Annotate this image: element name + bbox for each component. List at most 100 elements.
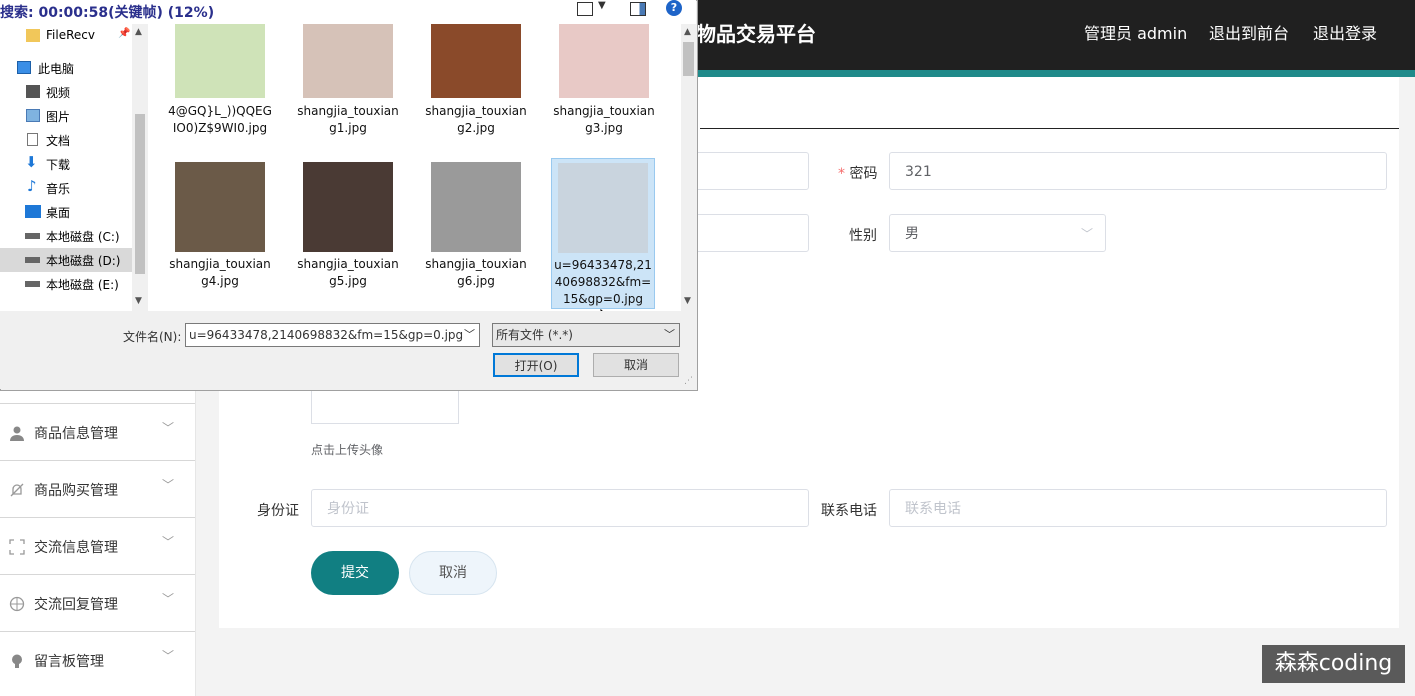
nav-item-label: 本地磁盘 (D:) xyxy=(46,254,121,268)
back-to-front-link[interactable]: 退出到前台 xyxy=(1209,20,1289,44)
nav-item-label: 视频 xyxy=(46,86,71,100)
drive-icon xyxy=(25,281,40,287)
sidebar-item-label: 商品信息管理 xyxy=(34,426,118,442)
computer-icon xyxy=(17,61,31,74)
file-name: shangjia_touxiang6.jpg xyxy=(425,257,527,288)
preview-pane-icon[interactable] xyxy=(630,2,646,16)
nav-pane-scrollbar[interactable]: ▲ ▼ xyxy=(132,24,148,311)
chevron-down-icon: ﹀ xyxy=(162,421,175,435)
app-title: 物品交易平台 xyxy=(696,22,816,46)
music-icon: ♪ xyxy=(27,177,37,195)
admin-user-link[interactable]: 管理员 admin xyxy=(1084,20,1187,44)
password-field[interactable]: 321 xyxy=(889,152,1387,190)
sidebar-item-label: 交流信息管理 xyxy=(34,540,118,556)
desktop-icon xyxy=(25,205,41,218)
help-icon[interactable]: ? xyxy=(666,0,682,16)
chevron-down-icon: ﹀ xyxy=(162,535,175,549)
file-item[interactable]: shangjia_touxiang5.jpg xyxy=(296,158,400,298)
chevron-down-icon: ﹀ xyxy=(162,478,175,492)
sidebar-item-goods-purchase[interactable]: 商品购买管理 ﹀ xyxy=(0,460,195,517)
file-thumbnail xyxy=(175,24,265,98)
chevron-down-icon[interactable]: ▼ xyxy=(684,296,691,306)
sidebar-item-label: 商品购买管理 xyxy=(34,483,118,499)
name-field[interactable] xyxy=(690,214,809,252)
watermark-badge: 森森coding xyxy=(1262,645,1405,683)
filename-input[interactable]: u=96433478,2140698832&fm=15&gp=0.jpg ﹀ xyxy=(185,323,480,347)
file-item-selected[interactable]: u=96433478,2140698832&fm=15&gp=0.jpg xyxy=(551,158,655,309)
chevron-up-icon[interactable]: ▲ xyxy=(135,27,142,37)
gender-select[interactable]: 男 ﹀ xyxy=(889,214,1106,252)
file-item[interactable]: shangjia_touxiang1.jpg xyxy=(296,24,400,140)
dialog-cancel-button[interactable]: 取消 xyxy=(593,353,679,377)
file-name: 4@GQ}L_))QQEGIO0)Z$9WI0.jpg xyxy=(168,104,272,135)
phone-input[interactable]: 联系电话 xyxy=(889,489,1387,527)
nav-item-desktop[interactable]: 桌面 xyxy=(0,200,132,224)
navigation-pane: FileRecv 📌 此电脑 视频 图片 文档 ⬇ 下载 ♪ 音乐 桌面 本地磁… xyxy=(0,24,148,311)
sidebar-item-exchange-info[interactable]: 交流信息管理 ﹀ xyxy=(0,517,195,574)
nav-item-downloads[interactable]: ⬇ 下载 xyxy=(0,152,132,176)
chevron-down-icon[interactable]: ▼ xyxy=(598,0,606,11)
submit-button[interactable]: 提交 xyxy=(311,551,399,595)
view-mode-icon[interactable] xyxy=(577,2,593,16)
resize-grip-icon[interactable]: ⋰ xyxy=(684,376,693,386)
file-name: shangjia_touxiang3.jpg xyxy=(553,104,655,135)
chevron-down-icon: ﹀ xyxy=(162,592,175,606)
drive-icon xyxy=(25,233,40,239)
nav-item-label: 本地磁盘 (C:) xyxy=(46,230,120,244)
avatar-upload-hint: 点击上传头像 xyxy=(311,443,384,457)
download-icon: ⬇ xyxy=(25,153,38,171)
sidebar-item-goods-info[interactable]: 商品信息管理 ﹀ xyxy=(0,403,195,460)
file-name: shangjia_touxiang5.jpg xyxy=(297,257,399,288)
file-list-pane: 4@GQ}L_))QQEGIO0)Z$9WI0.jpg shangjia_tou… xyxy=(148,24,681,311)
nav-item-drive-d[interactable]: 本地磁盘 (D:) xyxy=(0,248,132,272)
target-icon xyxy=(9,596,25,612)
bulb-icon xyxy=(12,654,22,668)
password-label: * 密码 xyxy=(838,166,878,182)
nav-item-label: 文档 xyxy=(46,134,71,148)
dialog-title: 搜索: 00:00:58(关键帧) (12%) xyxy=(0,5,215,21)
scrollbar-thumb[interactable] xyxy=(683,42,694,76)
nav-item-videos[interactable]: 视频 xyxy=(0,80,132,104)
file-item[interactable]: shangjia_touxiang2.jpg xyxy=(424,24,528,140)
sidebar-item-label: 留言板管理 xyxy=(34,654,104,670)
document-icon xyxy=(27,133,38,146)
username-field[interactable] xyxy=(690,152,809,190)
file-name: u=96433478,2140698832&fm=15&gp=0.jpg xyxy=(554,258,652,306)
chevron-down-icon: ﹀ xyxy=(1080,227,1093,241)
scrollbar-thumb[interactable] xyxy=(135,114,145,274)
sidebar-item-message-board[interactable]: 留言板管理 ﹀ xyxy=(0,631,195,688)
sidebar-item-exchange-reply[interactable]: 交流回复管理 ﹀ xyxy=(0,574,195,631)
file-name: shangjia_touxiang1.jpg xyxy=(297,104,399,135)
chevron-down-icon[interactable]: ﹀ xyxy=(464,324,475,346)
gender-value: 男 xyxy=(905,226,919,242)
cancel-button[interactable]: 取消 xyxy=(409,551,497,595)
chevron-up-icon[interactable]: ▲ xyxy=(684,27,691,37)
chevron-down-icon[interactable]: ﹀ xyxy=(664,324,675,346)
drive-icon xyxy=(25,257,40,263)
nav-item-pictures[interactable]: 图片 xyxy=(0,104,132,128)
nav-item-filerecv[interactable]: FileRecv 📌 xyxy=(0,24,132,48)
chevron-down-icon[interactable]: ▼ xyxy=(135,296,142,306)
open-button[interactable]: 打开(O) xyxy=(493,353,579,377)
sidebar-item-label: 交流回复管理 xyxy=(34,597,118,613)
gender-label: 性别 xyxy=(849,228,877,244)
pin-icon: 📌 xyxy=(118,28,131,39)
filetype-select[interactable]: 所有文件 (*.*) ﹀ xyxy=(492,323,680,347)
file-item[interactable]: shangjia_touxiang3.jpg xyxy=(552,24,656,140)
chevron-down-icon: ﹀ xyxy=(162,649,175,663)
nav-item-label: 下载 xyxy=(46,158,71,172)
idcard-input[interactable]: 身份证 xyxy=(311,489,809,527)
file-thumbnail xyxy=(303,162,393,252)
nav-item-this-pc[interactable]: 此电脑 xyxy=(0,56,132,80)
file-item[interactable]: shangjia_touxiang6.jpg xyxy=(424,158,528,298)
file-item[interactable]: shangjia_touxiang4.jpg xyxy=(168,158,272,298)
filetype-value: 所有文件 (*.*) xyxy=(496,328,573,342)
fullscreen-icon xyxy=(9,539,25,555)
nav-item-music[interactable]: ♪ 音乐 xyxy=(0,176,132,200)
logout-link[interactable]: 退出登录 xyxy=(1313,20,1377,44)
file-pane-scrollbar[interactable]: ▲ ▼ xyxy=(681,24,696,311)
nav-item-drive-e[interactable]: 本地磁盘 (E:) xyxy=(0,272,132,296)
file-item[interactable]: 4@GQ}L_))QQEGIO0)Z$9WI0.jpg xyxy=(168,24,272,156)
nav-item-drive-c[interactable]: 本地磁盘 (C:) xyxy=(0,224,132,248)
nav-item-documents[interactable]: 文档 xyxy=(0,128,132,152)
